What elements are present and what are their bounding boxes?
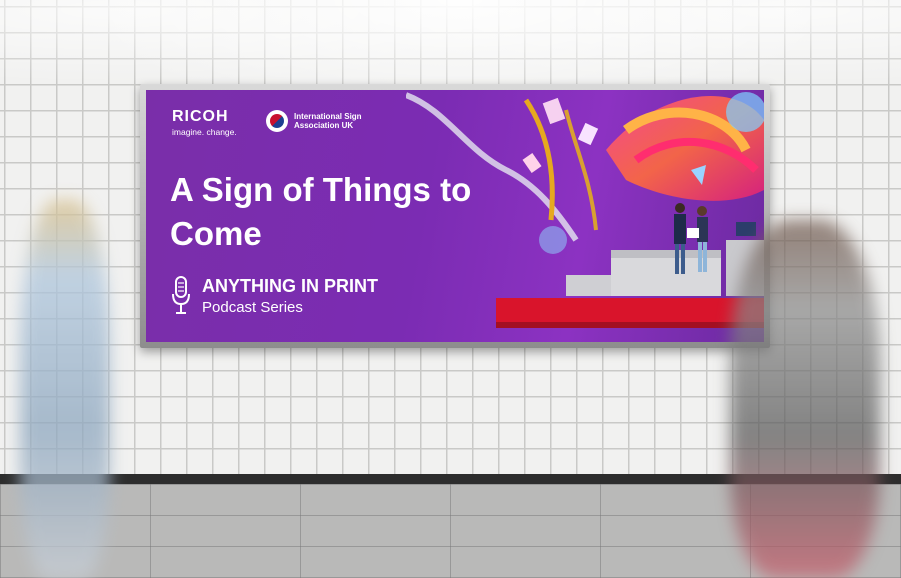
subway-scene: RICOH imagine. change. International Sig…: [0, 0, 901, 578]
brand-name: RICOH: [172, 108, 229, 125]
blurred-pedestrian-right: [730, 220, 880, 578]
blurred-pedestrian-left: [20, 200, 110, 578]
partner-name: International Sign Association UK: [294, 112, 362, 130]
microphone-icon: [172, 276, 190, 314]
ad-artwork: [406, 92, 764, 328]
billboard-ad: RICOH imagine. change. International Sig…: [146, 90, 764, 342]
ricoh-logo: RICOH imagine. change.: [172, 108, 237, 137]
podcast-subtitle: Podcast Series: [202, 299, 303, 316]
brand-tagline: imagine. change.: [172, 127, 237, 137]
podcast-block: ANYTHING IN PRINT Podcast Series: [172, 276, 378, 316]
partner-logo: International Sign Association UK: [266, 110, 374, 132]
isa-logo-icon: [266, 110, 288, 132]
podcast-title: ANYTHING IN PRINT: [202, 276, 379, 296]
